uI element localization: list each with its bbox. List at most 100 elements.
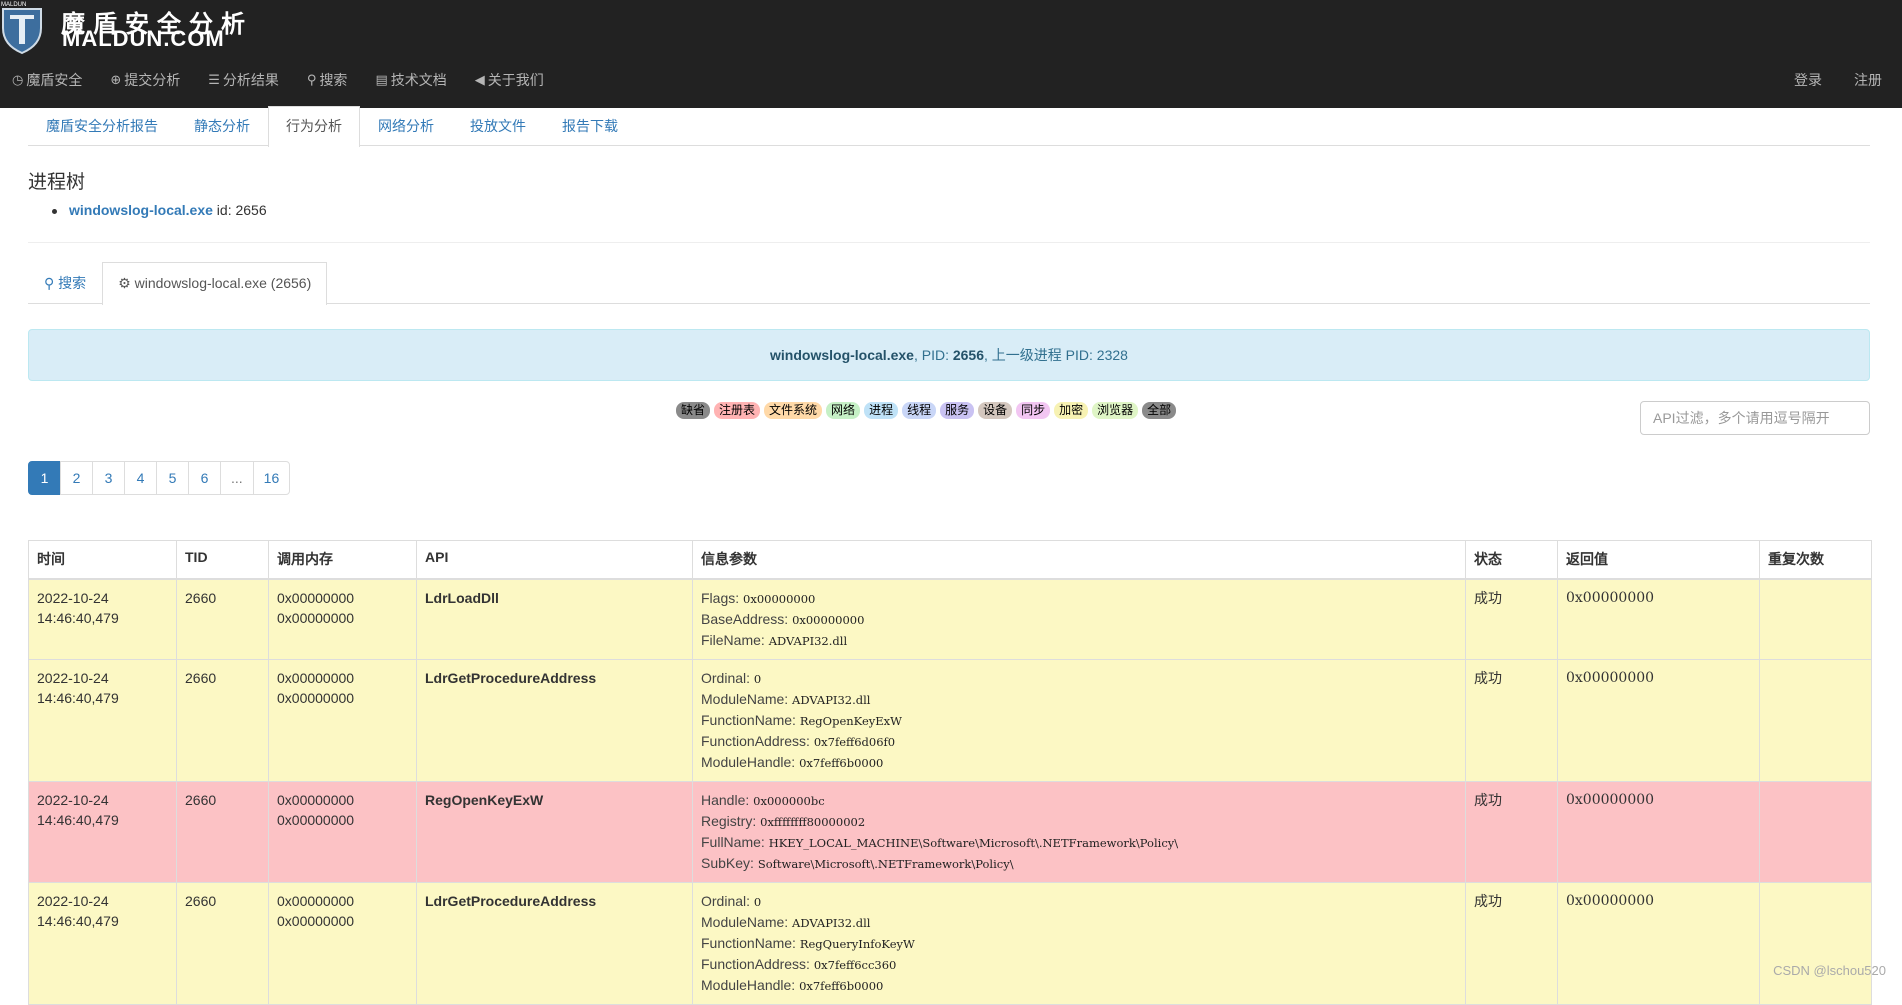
cell-time: 2022-10-24 14:46:40,479 (28, 780, 177, 883)
category-filter-badge[interactable]: 进程 (864, 402, 899, 419)
gear-icon: ⚙ (118, 275, 131, 291)
argument-value: ADVAPI32.dll (792, 692, 871, 707)
register-link[interactable]: 注册 (1854, 70, 1882, 90)
process-info-alert: windowslog-local.exe, PID: 2656, 上一级进程 P… (28, 329, 1870, 381)
tab-search-label: 搜索 (58, 275, 87, 291)
argument-value: ADVAPI32.dll (768, 633, 848, 648)
nav-item-home[interactable]: ◷ 魔盾安全 (12, 70, 82, 90)
col-arguments[interactable]: 信息参数 (692, 540, 1466, 580)
tab-network-analysis[interactable]: 网络分析 (360, 106, 452, 146)
argument-key: Flags: (701, 589, 744, 606)
argument-key: ModuleHandle: (701, 976, 800, 993)
col-repeat[interactable]: 重复次数 (1759, 540, 1872, 580)
category-filter-badge[interactable]: 同步 (1016, 402, 1051, 419)
process-name-link[interactable]: windowslog-local.exe (69, 202, 213, 218)
cell-repeat (1759, 578, 1872, 660)
col-tid[interactable]: TID (176, 540, 269, 580)
col-return[interactable]: 返回值 (1557, 540, 1760, 580)
argument-key: FunctionName: (701, 934, 800, 951)
tab-dropped-files[interactable]: 投放文件 (452, 106, 544, 146)
cell-api: RegOpenKeyExW (416, 780, 693, 883)
cell-return: 0x00000000 (1557, 578, 1760, 660)
nav-item-label: 技术文档 (390, 72, 447, 88)
col-api[interactable]: API (416, 540, 693, 580)
argument-line: FileName: ADVAPI32.dll (701, 630, 1457, 651)
pagination-page[interactable]: 2 (60, 461, 93, 495)
api-filter-input[interactable] (1640, 401, 1870, 435)
argument-line: ModuleName: ADVAPI32.dll (701, 689, 1457, 710)
cell-tid: 2660 (176, 658, 269, 782)
upload-icon: ⊕ (110, 72, 122, 87)
tab-behavior-analysis[interactable]: 行为分析 (268, 106, 360, 147)
process-tree-title: 进程树 (28, 172, 86, 193)
report-tabs: 魔盾安全分析报告 静态分析 行为分析 网络分析 投放文件 报告下载 (28, 106, 1870, 147)
tab-report-download[interactable]: 报告下载 (544, 106, 636, 146)
argument-key: ModuleHandle: (701, 753, 800, 770)
brand-title-en: MALDUN.COM (62, 26, 225, 51)
argument-value: HKEY_LOCAL_MACHINE\Software\Microsoft\.N… (768, 835, 1179, 850)
cell-status: 成功 (1465, 578, 1558, 660)
tab-search[interactable]: ⚲ 搜索 (28, 262, 102, 304)
category-filter-badge[interactable]: 服务 (940, 402, 975, 419)
argument-value: 0x00000000 (792, 612, 865, 627)
category-filter-badge[interactable]: 注册表 (714, 402, 761, 419)
table-header-row: 时间 TID 调用内存 API 信息参数 状态 返回值 重复次数 (28, 540, 1872, 580)
category-filter-badge[interactable]: 缺省 (676, 402, 711, 419)
tab-static-analysis[interactable]: 静态分析 (176, 106, 268, 146)
argument-key: ModuleName: (701, 690, 793, 707)
nav-item-search[interactable]: ⚲ 搜索 (307, 70, 348, 90)
argument-value: 0xffffffff80000002 (760, 814, 866, 829)
nav-item-about[interactable]: ◀ 关于我们 (475, 70, 544, 90)
category-filter-badge[interactable]: 浏览器 (1092, 402, 1139, 419)
pagination-page[interactable]: 3 (92, 461, 125, 495)
argument-key: Registry: (701, 812, 761, 829)
cell-caller: 0x00000000 0x00000000 (268, 780, 417, 883)
cell-tid: 2660 (176, 578, 269, 660)
argument-key: Handle: (701, 791, 754, 808)
argument-value: 0x00000000 (743, 591, 816, 606)
argument-value: 0x7feff6b0000 (799, 755, 884, 770)
pagination-page[interactable]: 16 (252, 461, 291, 495)
login-link[interactable]: 登录 (1794, 70, 1822, 90)
cell-time: 2022-10-24 14:46:40,479 (28, 578, 177, 660)
pagination-page[interactable]: 5 (156, 461, 189, 495)
cell-repeat (1759, 780, 1872, 883)
category-filter-badge[interactable]: 设备 (978, 402, 1013, 419)
argument-value: 0 (753, 671, 762, 686)
pagination-ellipsis: ... (220, 461, 254, 495)
watermark: CSDN @lschou520 (1773, 963, 1886, 978)
category-filter-badge[interactable]: 文件系统 (764, 402, 823, 419)
process-tabs: ⚲ 搜索 ⚙ windowslog-local.exe (2656) (28, 262, 1870, 305)
argument-value: 0x7feff6d06f0 (813, 734, 896, 749)
category-filter-badge[interactable]: 全部 (1142, 402, 1177, 419)
argument-line: ModuleName: ADVAPI32.dll (701, 912, 1457, 933)
argument-value: RegQueryInfoKeyW (799, 936, 915, 951)
cell-api: LdrGetProcedureAddress (416, 658, 693, 782)
api-name: LdrGetProcedureAddress (425, 669, 597, 686)
argument-value: 0x000000bc (753, 793, 825, 808)
col-status[interactable]: 状态 (1465, 540, 1558, 580)
category-filter-badge[interactable]: 加密 (1054, 402, 1089, 419)
category-filter-badge[interactable]: 线程 (902, 402, 937, 419)
nav-item-docs[interactable]: ▤ 技术文档 (375, 70, 446, 90)
cell-status: 成功 (1465, 780, 1558, 883)
search-icon: ⚲ (44, 275, 55, 291)
category-filter-badge[interactable]: 网络 (826, 402, 861, 419)
col-time[interactable]: 时间 (28, 540, 177, 580)
cell-arguments: Ordinal: 0 ModuleName: ADVAPI32.dll Functi… (692, 658, 1466, 782)
process-info-parent: , 上一级进程 PID: 2328 (984, 347, 1128, 363)
tab-process[interactable]: ⚙ windowslog-local.exe (2656) (102, 262, 328, 305)
cell-status: 成功 (1465, 658, 1558, 782)
nav-item-submit[interactable]: ⊕ 提交分析 (110, 70, 180, 90)
table-row: 2022-10-24 14:46:40,479 2660 0x00000000 0x… (28, 658, 1872, 782)
nav-item-results[interactable]: ☰ 分析结果 (208, 70, 279, 90)
nav-item-label: 魔盾安全 (26, 72, 83, 88)
pagination-page[interactable]: 4 (124, 461, 157, 495)
argument-key: FullName: (701, 833, 769, 850)
pagination-page[interactable]: 6 (188, 461, 221, 495)
argument-line: ModuleHandle: 0x7feff6b0000 (701, 975, 1457, 996)
col-caller[interactable]: 调用内存 (268, 540, 417, 580)
argument-key: BaseAddress: (701, 610, 793, 627)
tab-report[interactable]: 魔盾安全分析报告 (28, 106, 176, 146)
pagination-page[interactable]: 1 (28, 461, 61, 495)
